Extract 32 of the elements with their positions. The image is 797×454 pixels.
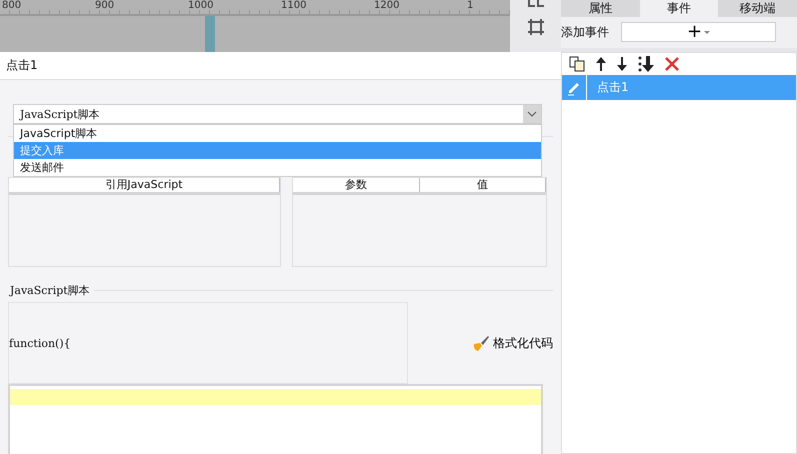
down-arrow-icon[interactable] xyxy=(617,57,627,71)
dropdown-option[interactable]: JavaScript脚本 xyxy=(14,125,541,142)
add-event-label: 添加事件 xyxy=(561,24,609,40)
copy-icon[interactable] xyxy=(569,56,585,72)
ruler-label: 1000 xyxy=(188,0,214,11)
ruler-label: 1200 xyxy=(374,0,400,11)
function-signature: function(){ xyxy=(9,336,71,350)
panel-tab[interactable]: 属性 xyxy=(561,0,640,17)
chevron-icon xyxy=(527,111,537,117)
section-legend: JavaScript脚本 xyxy=(10,283,90,298)
ruler-label: 900 xyxy=(95,0,114,11)
column-header: 引用JavaScript xyxy=(9,178,280,192)
grid-icon[interactable] xyxy=(526,0,546,8)
add-event-button[interactable]: + xyxy=(621,22,776,42)
column-header: 参数 xyxy=(293,178,420,192)
ruler-label: 1100 xyxy=(281,0,306,11)
move-bottom-icon[interactable] xyxy=(638,56,654,72)
dropdown-option[interactable]: 发送邮件 xyxy=(14,159,541,176)
format-code-button[interactable]: 格式化代码 xyxy=(472,334,553,352)
delete-icon[interactable] xyxy=(665,57,679,71)
brush-icon xyxy=(472,335,490,351)
column-header: 值 xyxy=(420,178,546,192)
panel-tab[interactable]: 事件 xyxy=(640,0,718,17)
position-marker xyxy=(205,16,215,52)
event-label: 点击1 xyxy=(597,79,629,96)
panel-tab[interactable]: 移动端 xyxy=(718,0,797,17)
ruler-label: 800 xyxy=(2,0,22,11)
up-arrow-icon[interactable] xyxy=(596,57,606,71)
ruler-label: 1 xyxy=(467,0,474,11)
dialog-title: 点击1 xyxy=(0,52,561,80)
crop-icon[interactable] xyxy=(526,18,544,36)
action-select[interactable]: JavaScript脚本 xyxy=(13,104,542,124)
